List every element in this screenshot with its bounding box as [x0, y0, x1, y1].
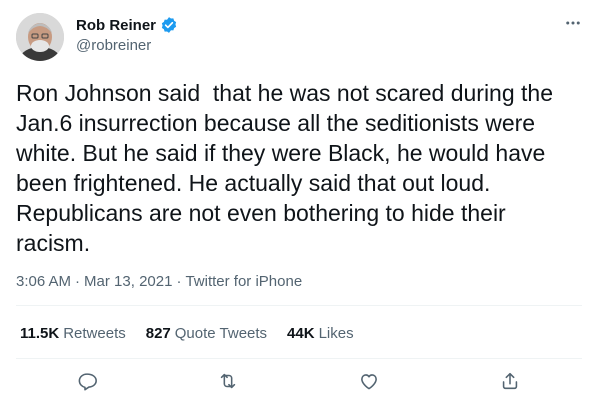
avatar-image — [16, 13, 64, 61]
verified-badge-icon — [160, 16, 178, 34]
reply-icon[interactable] — [76, 370, 100, 394]
like-icon[interactable] — [358, 370, 382, 394]
share-icon[interactable] — [499, 370, 523, 394]
author-handle[interactable]: @robreiner — [76, 37, 151, 54]
likes-label: Likes — [318, 325, 354, 342]
tweet-date[interactable]: Mar 13, 2021 — [84, 273, 172, 290]
tweet-card: Rob Reiner @robreiner Ron Johnson said t… — [0, 0, 598, 407]
retweets-label: Retweets — [63, 325, 126, 342]
retweet-icon[interactable] — [217, 370, 241, 394]
retweets-count: 11.5K — [20, 325, 60, 342]
tweet-meta: 3:06 AM · Mar 13, 2021 · Twitter for iPh… — [16, 273, 302, 290]
more-icon[interactable] — [564, 14, 582, 37]
quote-tweets-count: 827 — [145, 325, 171, 342]
author-name-row: Rob Reiner — [76, 16, 178, 34]
avatar[interactable] — [16, 13, 64, 61]
tweet-time[interactable]: 3:06 AM — [16, 273, 71, 290]
tweet-stats: 11.5K Retweets 827 Quote Tweets 44K Like… — [20, 325, 354, 342]
tweet-text: Ron Johnson said that he was not scared … — [16, 80, 560, 256]
divider — [16, 358, 582, 359]
meta-separator: · — [176, 273, 182, 290]
likes-count: 44K — [287, 325, 315, 342]
quote-tweets-label: Quote Tweets — [174, 325, 268, 342]
quote-tweets-stat[interactable]: 827 Quote Tweets — [146, 325, 267, 342]
meta-separator: · — [75, 273, 81, 290]
tweet-source[interactable]: Twitter for iPhone — [185, 273, 302, 290]
retweets-stat[interactable]: 11.5K Retweets — [20, 325, 126, 342]
author-display-name[interactable]: Rob Reiner — [76, 17, 156, 34]
likes-stat[interactable]: 44K Likes — [287, 325, 354, 342]
tweet-actions — [0, 370, 598, 398]
divider — [16, 305, 582, 306]
